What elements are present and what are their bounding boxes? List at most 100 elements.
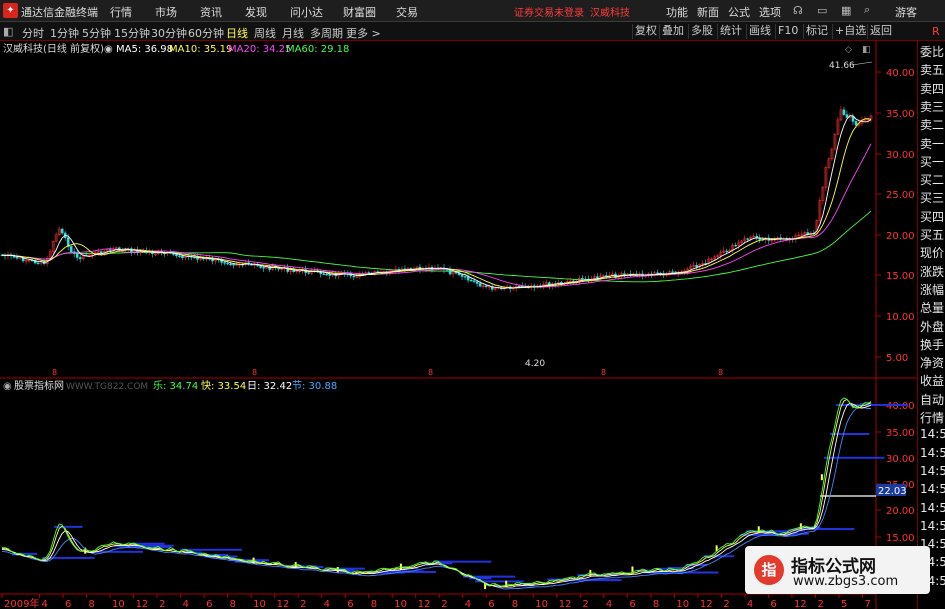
settings-dot-icon[interactable]: ◉ (104, 44, 113, 55)
search-icon[interactable]: ⌕ (864, 3, 870, 17)
side-panel-item[interactable]: 卖三 (920, 98, 944, 115)
period-fenshi[interactable]: 分时 (22, 25, 44, 41)
flag-marker[interactable]: 8 (428, 368, 433, 377)
main-y-tick-label: 15.00 (886, 271, 915, 282)
kline-chart[interactable]: 汉威科技(日线 前复权) ◉ MA5: 36.98 MA10: 35.19 MA… (0, 41, 917, 609)
side-panel-item[interactable]: 卖五 (920, 61, 944, 78)
menu-wenxiaoda[interactable]: 问小达 (290, 4, 323, 20)
period-60min[interactable]: 60分钟 (188, 25, 224, 41)
period-weekly[interactable]: 周线 (254, 25, 276, 41)
headset-icon[interactable]: ☊ (793, 4, 803, 17)
btn-fuquan[interactable]: 复权 (632, 24, 659, 39)
period-monthly[interactable]: 月线 (282, 25, 304, 41)
tool-gongneng[interactable]: 功能 (666, 4, 688, 20)
menu-shichang[interactable]: 市场 (155, 4, 177, 20)
side-panel-item[interactable]: 14:50 (920, 427, 945, 441)
flag-marker[interactable]: 8 (252, 368, 257, 377)
side-panel-item[interactable]: 买二 (920, 171, 944, 188)
menu-faxian[interactable]: 发现 (245, 4, 267, 20)
btn-zixuan[interactable]: +自选 (832, 24, 868, 39)
btn-biaoji[interactable]: 标记 (803, 24, 830, 39)
side-panel-item[interactable]: 卖二 (920, 116, 944, 133)
tool-gongshi[interactable]: 公式 (728, 4, 750, 20)
diamond-icon[interactable]: ◇ (845, 45, 852, 55)
side-panel-item[interactable]: 总量 (920, 299, 944, 316)
side-panel-item[interactable]: 14:50 (920, 501, 945, 515)
user-label[interactable]: 游客 (895, 4, 917, 20)
collapse-icon[interactable]: ◧ (3, 25, 13, 38)
ma60-line (1, 210, 872, 283)
btn-diejia[interactable]: 叠加 (659, 24, 686, 39)
message-icon[interactable]: ▭ (817, 4, 827, 17)
btn-tongji[interactable]: 统计 (717, 24, 744, 39)
tool-xuanxiang[interactable]: 选项 (759, 4, 781, 20)
side-panel-item[interactable]: 外盘 (920, 318, 944, 335)
candle-body (695, 265, 698, 267)
side-panel-item[interactable]: 现价 (920, 244, 944, 261)
btn-duogu[interactable]: 多股 (688, 24, 715, 39)
candle-body (223, 262, 226, 264)
sub-legend-title: 股票指标网 (14, 379, 64, 392)
candles-group (0, 106, 873, 293)
candle-body (69, 246, 73, 253)
flag-marker[interactable]: 8 (718, 368, 723, 377)
period-15min[interactable]: 15分钟 (114, 25, 150, 41)
x-tick-label: 4 (42, 599, 48, 609)
side-panel-item[interactable]: 买三 (920, 189, 944, 206)
side-panel-item[interactable]: 涨跌 (920, 263, 944, 280)
side-panel-item[interactable]: 14:50 (920, 446, 945, 460)
period-more[interactable]: 更多 > (346, 25, 381, 41)
side-panel-item[interactable]: 卖一 (920, 135, 944, 152)
btn-huaxian[interactable]: 画线 (746, 24, 773, 39)
period-30min[interactable]: 30分钟 (151, 25, 187, 41)
x-tick-label: 4 (465, 599, 471, 609)
side-panel-item[interactable]: 涨幅 (920, 281, 944, 298)
period-5min[interactable]: 5分钟 (82, 25, 111, 41)
side-panel-item[interactable]: 买四 (920, 208, 944, 225)
x-tick-label: 8 (230, 599, 236, 609)
btn-fanhui[interactable]: 返回 (867, 24, 894, 39)
side-panel-item[interactable]: 行情 (920, 409, 944, 426)
candle-body (478, 283, 482, 287)
tool-xinmian[interactable]: 新面 (697, 4, 719, 20)
candle-body (60, 228, 64, 234)
panel-toggle-icon[interactable]: ◧ (862, 45, 871, 55)
flag-marker[interactable]: 8 (601, 368, 606, 377)
side-panel-item[interactable]: 14:50 (920, 482, 945, 496)
side-panel-item[interactable]: 换手 (920, 336, 944, 353)
period-multi[interactable]: 多周期 (310, 25, 343, 41)
x-tick-label: 12 (700, 599, 713, 609)
layout-icon[interactable]: ▦ (841, 4, 851, 17)
side-panel-item[interactable]: 买一 (920, 153, 944, 170)
flag-marker[interactable]: 8 (52, 368, 57, 377)
x-tick-label: 10 (253, 599, 266, 609)
x-tick-label: 10 (676, 599, 689, 609)
menu-hangqing[interactable]: 行情 (110, 4, 132, 20)
sub-y-tick-label: 35.00 (886, 428, 915, 439)
side-panel-item[interactable]: 买五 (920, 226, 944, 243)
x-tick-label: 8 (512, 599, 518, 609)
candle-body (469, 279, 473, 282)
side-panel-item[interactable]: 卖四 (920, 80, 944, 97)
side-panel-item[interactable]: 委比 (920, 43, 944, 60)
ma-lines-group (1, 115, 872, 289)
period-daily[interactable]: 日线 (226, 25, 248, 41)
sub-settings-icon[interactable]: ◉ (3, 381, 12, 392)
right-r-icon[interactable]: R (932, 25, 940, 38)
candle-body (367, 272, 371, 274)
app-logo-icon: ✦ (3, 3, 18, 18)
menu-zixun[interactable]: 资讯 (200, 4, 222, 20)
login-status[interactable]: 证券交易未登录 (514, 4, 584, 19)
side-panel-item[interactable]: 收益 (920, 372, 944, 389)
side-panel-item[interactable]: 自动 (920, 391, 944, 408)
x-axis-labels: 2009年 4 6 8 10 12 2 4 6 8 10 12 2 4 6 8 10 12 2 4 6 8 10 12 2 4 6 8… (1, 594, 871, 609)
side-panel-item[interactable]: 净资 (920, 354, 944, 371)
period-1min[interactable]: 1分钟 (50, 25, 79, 41)
menu-jiaoyi[interactable]: 交易 (396, 4, 418, 20)
sub-y-tick-label: 40.00 (886, 401, 915, 412)
menu-caifuquan[interactable]: 财富圈 (343, 4, 376, 20)
candle-body (854, 121, 858, 126)
side-panel-item[interactable]: 14:50 (920, 464, 945, 478)
btn-f10[interactable]: F10 (775, 24, 800, 39)
side-panel-item[interactable]: 14:50 (920, 519, 945, 533)
